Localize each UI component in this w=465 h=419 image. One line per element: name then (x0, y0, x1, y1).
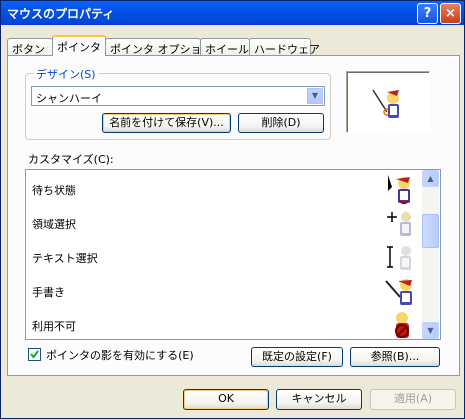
scheme-combobox-value: シャンハーイ (36, 92, 102, 105)
tab-buttons[interactable]: ボタン (7, 38, 53, 56)
design-group-label: デザイン(S) (34, 66, 98, 82)
chevron-down-icon: ▼ (427, 326, 434, 335)
window-title: マウスのプロパティ (7, 7, 115, 21)
customize-label: カスタマイズ(C): (28, 153, 114, 166)
cancel-button[interactable]: キャンセル (276, 389, 362, 410)
tab-pointer-options[interactable]: ポインタ オプション (105, 38, 213, 56)
busy-cursor-icon (388, 175, 410, 204)
tab-wheel[interactable]: ホイール (200, 38, 250, 56)
help-icon: ? (423, 6, 432, 21)
save-as-button[interactable]: 名前を付けて保存(V)... (102, 113, 231, 133)
list-item[interactable]: 利用不可 (26, 307, 423, 339)
list-item[interactable]: 待ち状態 (26, 171, 423, 205)
help-button[interactable]: ? (417, 3, 438, 24)
cursor-name: 待ち状態 (32, 184, 76, 197)
tab-pointers[interactable]: ポインタ (52, 35, 106, 56)
pointer-shadow-checkbox[interactable] (28, 348, 41, 361)
cursor-list[interactable]: 待ち状態 領域選択 テキスト選択 手書き 利用不可 (25, 169, 441, 340)
cursor-name: 領域選択 (32, 218, 76, 231)
pointer-shadow-label[interactable]: ポインタの影を有効にする(E) (46, 347, 194, 363)
handwriting-cursor-icon (385, 279, 412, 305)
close-icon: × (445, 6, 456, 21)
ok-button[interactable]: OK (183, 389, 269, 410)
cursor-name: 手書き (32, 286, 65, 299)
title-bar[interactable]: マウスのプロパティ ? × (1, 1, 464, 25)
chevron-up-icon: ▲ (427, 174, 434, 183)
scheme-combobox[interactable]: シャンハーイ ▼ (31, 86, 325, 106)
text-select-cursor-icon (387, 246, 411, 270)
checkmark-icon (30, 350, 39, 359)
list-item[interactable]: テキスト選択 (26, 239, 423, 273)
browse-button[interactable]: 参照(B)... (350, 347, 440, 367)
delete-button[interactable]: 削除(D) (238, 113, 324, 133)
scroll-up-button[interactable]: ▲ (422, 170, 439, 187)
unavailable-cursor-icon (395, 312, 409, 338)
cursor-name: テキスト選択 (32, 252, 98, 265)
scroll-down-button[interactable]: ▼ (422, 322, 439, 339)
preview-cursor-icon (372, 89, 399, 118)
chevron-down-icon[interactable]: ▼ (307, 88, 323, 104)
close-button[interactable]: × (440, 3, 461, 24)
apply-button[interactable]: 適用(A) (370, 389, 456, 410)
mouse-properties-dialog: マウスのプロパティ ? × ボタン ポインタ ポインタ オプション ホイール ハ… (0, 0, 465, 419)
list-item[interactable]: 手書き (26, 273, 423, 307)
precision-select-cursor-icon (387, 212, 411, 236)
scrollbar-thumb[interactable] (422, 214, 439, 248)
use-default-button[interactable]: 既定の設定(F) (251, 347, 343, 367)
cursor-list-scrollbar[interactable]: ▲ ▼ (422, 170, 439, 339)
cursor-name: 利用不可 (32, 320, 76, 333)
list-item[interactable]: 領域選択 (26, 205, 423, 239)
cursor-preview (346, 71, 430, 133)
tab-hardware[interactable]: ハードウェア (249, 38, 320, 56)
